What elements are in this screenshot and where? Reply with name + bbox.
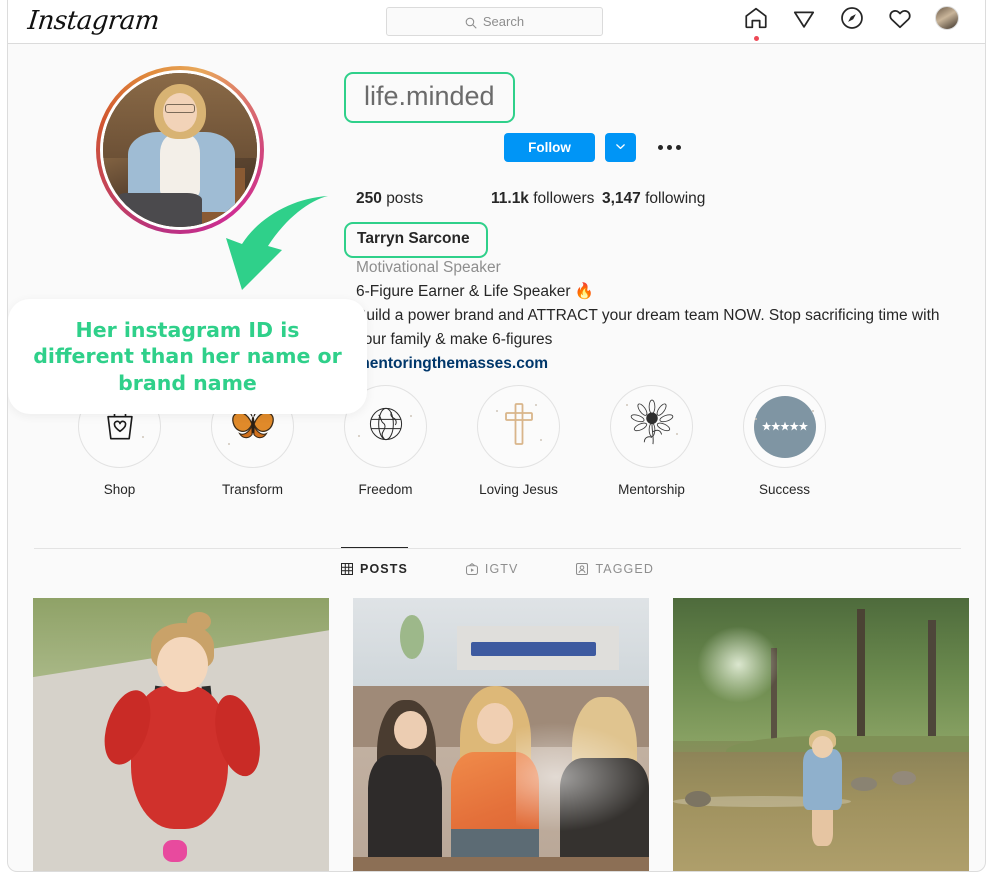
highlight-mentorship[interactable]: Mentorship bbox=[609, 385, 694, 497]
heart-icon[interactable] bbox=[887, 5, 913, 31]
options-dot bbox=[666, 144, 672, 150]
options-dot bbox=[675, 144, 681, 150]
username-block: life.minded bbox=[344, 72, 515, 123]
posts-stat[interactable]: 250 posts bbox=[356, 190, 491, 208]
tab-label: IGTV bbox=[484, 562, 519, 576]
search-icon bbox=[465, 16, 477, 29]
highlight-label: Shop bbox=[103, 482, 136, 497]
cross-icon bbox=[503, 400, 535, 453]
post-thumbnail[interactable] bbox=[353, 598, 649, 871]
fullname-highlight-box: Tarryn Sarcone bbox=[344, 222, 488, 258]
annotation-line-2: different than her name or bbox=[33, 344, 342, 369]
chevron-down-icon bbox=[614, 140, 627, 156]
highlight-loving-jesus[interactable]: Loving Jesus bbox=[476, 385, 561, 497]
annotation-callout: Her instagram ID is different than her n… bbox=[8, 299, 367, 414]
top-navigation-bar: Instagram Search bbox=[8, 0, 985, 44]
profile-full-name: Tarryn Sarcone bbox=[357, 230, 470, 247]
annotation-line-3: brand name bbox=[118, 370, 257, 395]
bio-line-1: 6-Figure Earner & Life Speaker 🔥 bbox=[356, 283, 595, 301]
annotation-line-1: Her instagram ID is bbox=[75, 318, 300, 343]
profile-username[interactable]: life.minded bbox=[364, 81, 495, 111]
paper-plane-icon[interactable] bbox=[791, 5, 817, 31]
account-avatar[interactable] bbox=[935, 6, 959, 30]
highlight-label: Success bbox=[758, 482, 811, 497]
search-input[interactable]: Search bbox=[386, 7, 603, 36]
profile-stats: 250 posts 11.1k followers 3,147 followin… bbox=[356, 190, 705, 208]
profile-website-link[interactable]: mentoringthemasses.com bbox=[356, 352, 956, 376]
annotation-text: Her instagram ID is different than her n… bbox=[19, 317, 355, 396]
post-thumbnail[interactable] bbox=[33, 598, 329, 871]
profile-tab-bar: POSTS IGTV TAGGED bbox=[8, 547, 985, 576]
notification-dot bbox=[754, 36, 759, 41]
tab-igtv[interactable]: IGTV bbox=[465, 547, 519, 576]
bio-line-3: your family & make 6-figures bbox=[356, 331, 553, 349]
posts-grid bbox=[33, 598, 978, 871]
home-icon[interactable] bbox=[743, 5, 769, 41]
profile-category: Motivational Speaker bbox=[356, 259, 501, 276]
highlight-cover bbox=[743, 385, 826, 468]
highlight-cover bbox=[610, 385, 693, 468]
more-options-button[interactable] bbox=[653, 132, 685, 162]
tab-tagged[interactable]: TAGGED bbox=[576, 547, 653, 576]
highlight-success[interactable]: Success bbox=[742, 385, 827, 497]
follow-dropdown-button[interactable] bbox=[605, 133, 636, 162]
highlight-label: Loving Jesus bbox=[479, 482, 558, 497]
annotation-arrow bbox=[226, 196, 328, 290]
sunflower-icon bbox=[629, 399, 675, 454]
tab-label: TAGGED bbox=[595, 562, 654, 576]
highlight-label: Mentorship bbox=[618, 482, 685, 497]
grid-icon bbox=[341, 563, 354, 575]
profile-bio: Motivational Speaker 6-Figure Earner & L… bbox=[356, 256, 956, 376]
post-thumbnail[interactable] bbox=[673, 598, 969, 871]
highlight-label: Freedom bbox=[358, 482, 413, 497]
tagged-person-icon bbox=[576, 563, 589, 575]
browser-window: Instagram Search life.minded Follow 250 … bbox=[7, 0, 986, 872]
bio-line-2: Build a power brand and ATTRACT your dre… bbox=[356, 307, 940, 325]
nav-icon-group bbox=[743, 5, 959, 41]
highlight-label: Transform bbox=[221, 482, 283, 497]
username-highlight-box: life.minded bbox=[344, 72, 515, 123]
compass-icon[interactable] bbox=[839, 5, 865, 31]
tab-label: POSTS bbox=[360, 562, 408, 576]
highlight-cover bbox=[477, 385, 560, 468]
following-stat[interactable]: 3,147 following bbox=[602, 190, 705, 208]
igtv-icon bbox=[465, 563, 478, 575]
followers-stat[interactable]: 11.1k followers bbox=[491, 190, 602, 208]
search-placeholder: Search bbox=[482, 14, 525, 29]
options-dot bbox=[657, 144, 663, 150]
instagram-logo[interactable]: Instagram bbox=[26, 6, 160, 36]
five-stars-icon bbox=[753, 395, 816, 458]
tab-posts[interactable]: POSTS bbox=[341, 547, 408, 576]
follow-button[interactable]: Follow bbox=[504, 133, 595, 162]
globe-icon bbox=[364, 402, 408, 451]
